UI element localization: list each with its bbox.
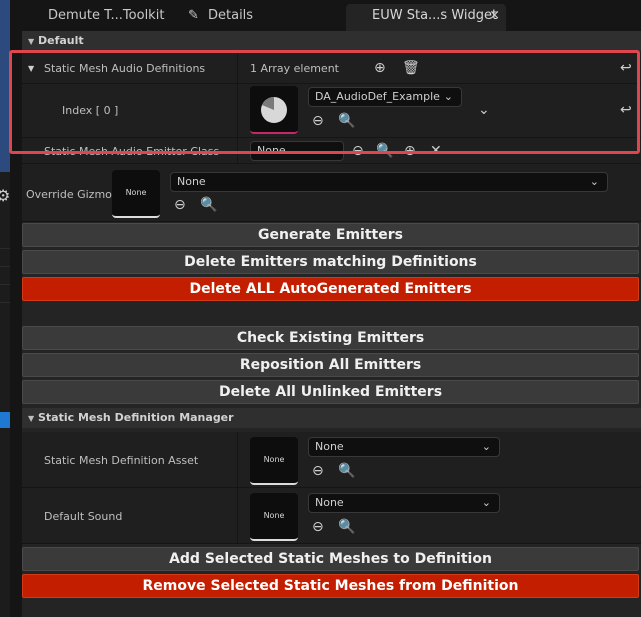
thumbnail-text: None	[263, 455, 285, 464]
default-sound-combo[interactable]: None ⌄	[308, 493, 500, 513]
asset-value: None	[315, 440, 344, 453]
asset-thumbnail[interactable]: None	[250, 437, 298, 485]
override-gizmo-combo[interactable]: None ⌄	[170, 172, 608, 192]
definition-asset-row: Static Mesh Definition Asset None None ⌄…	[22, 432, 641, 488]
property-label: Override Gizmo	[26, 188, 112, 201]
selection-marker	[0, 412, 10, 428]
add-selected-meshes-button[interactable]: Add Selected Static Meshes to Definition	[22, 547, 639, 571]
close-icon[interactable]: ×	[489, 4, 500, 28]
tab-bar: Demute T...Toolkit ✎ Details EUW Sta...s …	[10, 0, 641, 31]
tab-label: EUW Sta...s Widget	[372, 8, 498, 23]
generate-emitters-button[interactable]: Generate Emitters	[22, 223, 639, 247]
category-manager-header[interactable]: ▼ Static Mesh Definition Manager	[22, 408, 641, 428]
tab-label: Demute T...Toolkit	[48, 8, 165, 23]
delete-all-autogenerated-button[interactable]: Delete ALL AutoGenerated Emitters	[22, 277, 639, 301]
asset-thumbnail[interactable]: None	[250, 493, 298, 541]
delete-unlinked-emitters-button[interactable]: Delete All Unlinked Emitters	[22, 380, 639, 404]
gear-icon[interactable]: ⚙	[0, 186, 10, 205]
default-sound-row: Default Sound None None ⌄ ⊖ 🔍	[22, 488, 641, 544]
category-default-header[interactable]: ▼ Default	[22, 31, 641, 51]
divider	[0, 302, 10, 303]
collapse-triangle-icon: ▼	[28, 37, 35, 46]
arrow-left-circle-icon[interactable]: ⊖	[312, 463, 324, 479]
divider	[0, 284, 10, 285]
tab-details[interactable]: ✎ Details	[188, 4, 253, 31]
reposition-all-emitters-button[interactable]: Reposition All Emitters	[22, 353, 639, 377]
tab-label: Details	[208, 8, 254, 23]
check-existing-emitters-button[interactable]: Check Existing Emitters	[22, 326, 639, 350]
chevron-down-icon: ⌄	[481, 496, 491, 509]
chevron-down-icon: ⌄	[481, 440, 491, 453]
browse-folder-icon[interactable]: 🔍	[338, 463, 355, 479]
collapse-triangle-icon: ▼	[28, 414, 35, 423]
category-title: Static Mesh Definition Manager	[38, 411, 234, 424]
highlight-box	[9, 50, 640, 154]
arrow-left-circle-icon[interactable]: ⊖	[312, 519, 324, 535]
property-name-cell: Default Sound	[22, 488, 238, 543]
tab-demute-toolkit[interactable]: Demute T...Toolkit	[48, 4, 164, 31]
chevron-down-icon: ⌄	[589, 175, 599, 188]
divider	[0, 266, 10, 267]
delete-matching-emitters-button[interactable]: Delete Emitters matching Definitions	[22, 250, 639, 274]
thumbnail-text: None	[125, 188, 147, 197]
definition-asset-combo[interactable]: None ⌄	[308, 437, 500, 457]
divider	[0, 248, 10, 249]
property-name-cell: Static Mesh Definition Asset	[22, 432, 238, 487]
override-gizmo-row: Override Gizmo None None ⌄ ⊖ 🔍	[22, 164, 641, 222]
arrow-left-circle-icon[interactable]: ⊖	[174, 197, 186, 213]
asset-value: None	[177, 175, 206, 188]
pencil-icon: ✎	[188, 8, 199, 23]
remove-selected-meshes-button[interactable]: Remove Selected Static Meshes from Defin…	[22, 574, 639, 598]
property-label: Default Sound	[44, 510, 123, 523]
asset-value: None	[315, 496, 344, 509]
tab-euw-widget[interactable]: EUW Sta...s Widget ×	[346, 4, 506, 31]
asset-thumbnail[interactable]: None	[112, 170, 160, 218]
thumbnail-text: None	[263, 511, 285, 520]
browse-folder-icon[interactable]: 🔍	[338, 519, 355, 535]
category-title: Default	[38, 34, 84, 47]
property-label: Static Mesh Definition Asset	[44, 454, 199, 467]
browse-folder-icon[interactable]: 🔍	[200, 197, 217, 213]
